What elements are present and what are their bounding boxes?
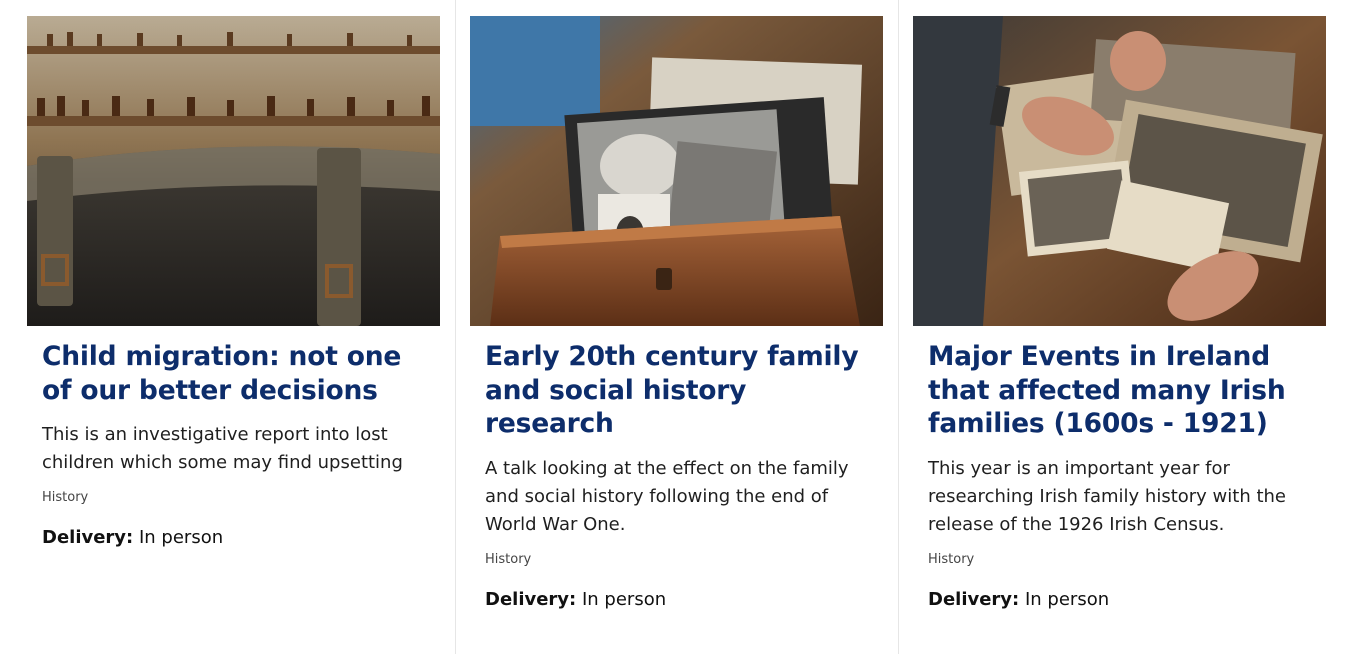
card-category: History: [42, 490, 89, 506]
delivery-label: Delivery:: [485, 588, 577, 610]
card-content: Early 20th century family and social his…: [470, 326, 883, 613]
card-description: This is an investigative report into los…: [42, 424, 403, 474]
card-content: Child migration: not one of our better d…: [27, 326, 440, 551]
event-card-early-20th-century[interactable]: Early 20th century family and social his…: [470, 16, 883, 613]
card-delivery: Delivery: In person: [928, 587, 1311, 613]
card-title[interactable]: Major Events in Ireland that affected ma…: [928, 340, 1311, 441]
card-category: History: [928, 551, 975, 567]
card-image-old-suitcase[interactable]: [27, 16, 440, 326]
event-card-major-events-ireland[interactable]: Major Events in Ireland that affected ma…: [913, 16, 1326, 613]
delivery-value: In person: [1024, 588, 1110, 610]
event-card-child-migration[interactable]: Child migration: not one of our better d…: [27, 16, 440, 551]
delivery-value: In person: [138, 527, 224, 549]
card-description: This year is an important year for resea…: [928, 457, 1287, 535]
card-title[interactable]: Early 20th century family and social his…: [485, 340, 868, 441]
event-card-grid: Child migration: not one of our better d…: [0, 0, 1351, 654]
card-content: Major Events in Ireland that affected ma…: [913, 326, 1326, 613]
card-image-hands-photographs[interactable]: [913, 16, 1326, 326]
card-image-photo-box[interactable]: [470, 16, 883, 326]
delivery-label: Delivery:: [928, 588, 1020, 610]
card-category: History: [485, 551, 532, 567]
column-divider: [898, 0, 899, 654]
delivery-label: Delivery:: [42, 527, 134, 549]
delivery-value: In person: [581, 588, 667, 610]
card-title[interactable]: Child migration: not one of our better d…: [42, 340, 425, 407]
card-description: A talk looking at the effect on the fami…: [485, 457, 849, 535]
card-delivery: Delivery: In person: [485, 587, 868, 613]
column-divider: [455, 0, 456, 654]
card-delivery: Delivery: In person: [42, 525, 425, 551]
